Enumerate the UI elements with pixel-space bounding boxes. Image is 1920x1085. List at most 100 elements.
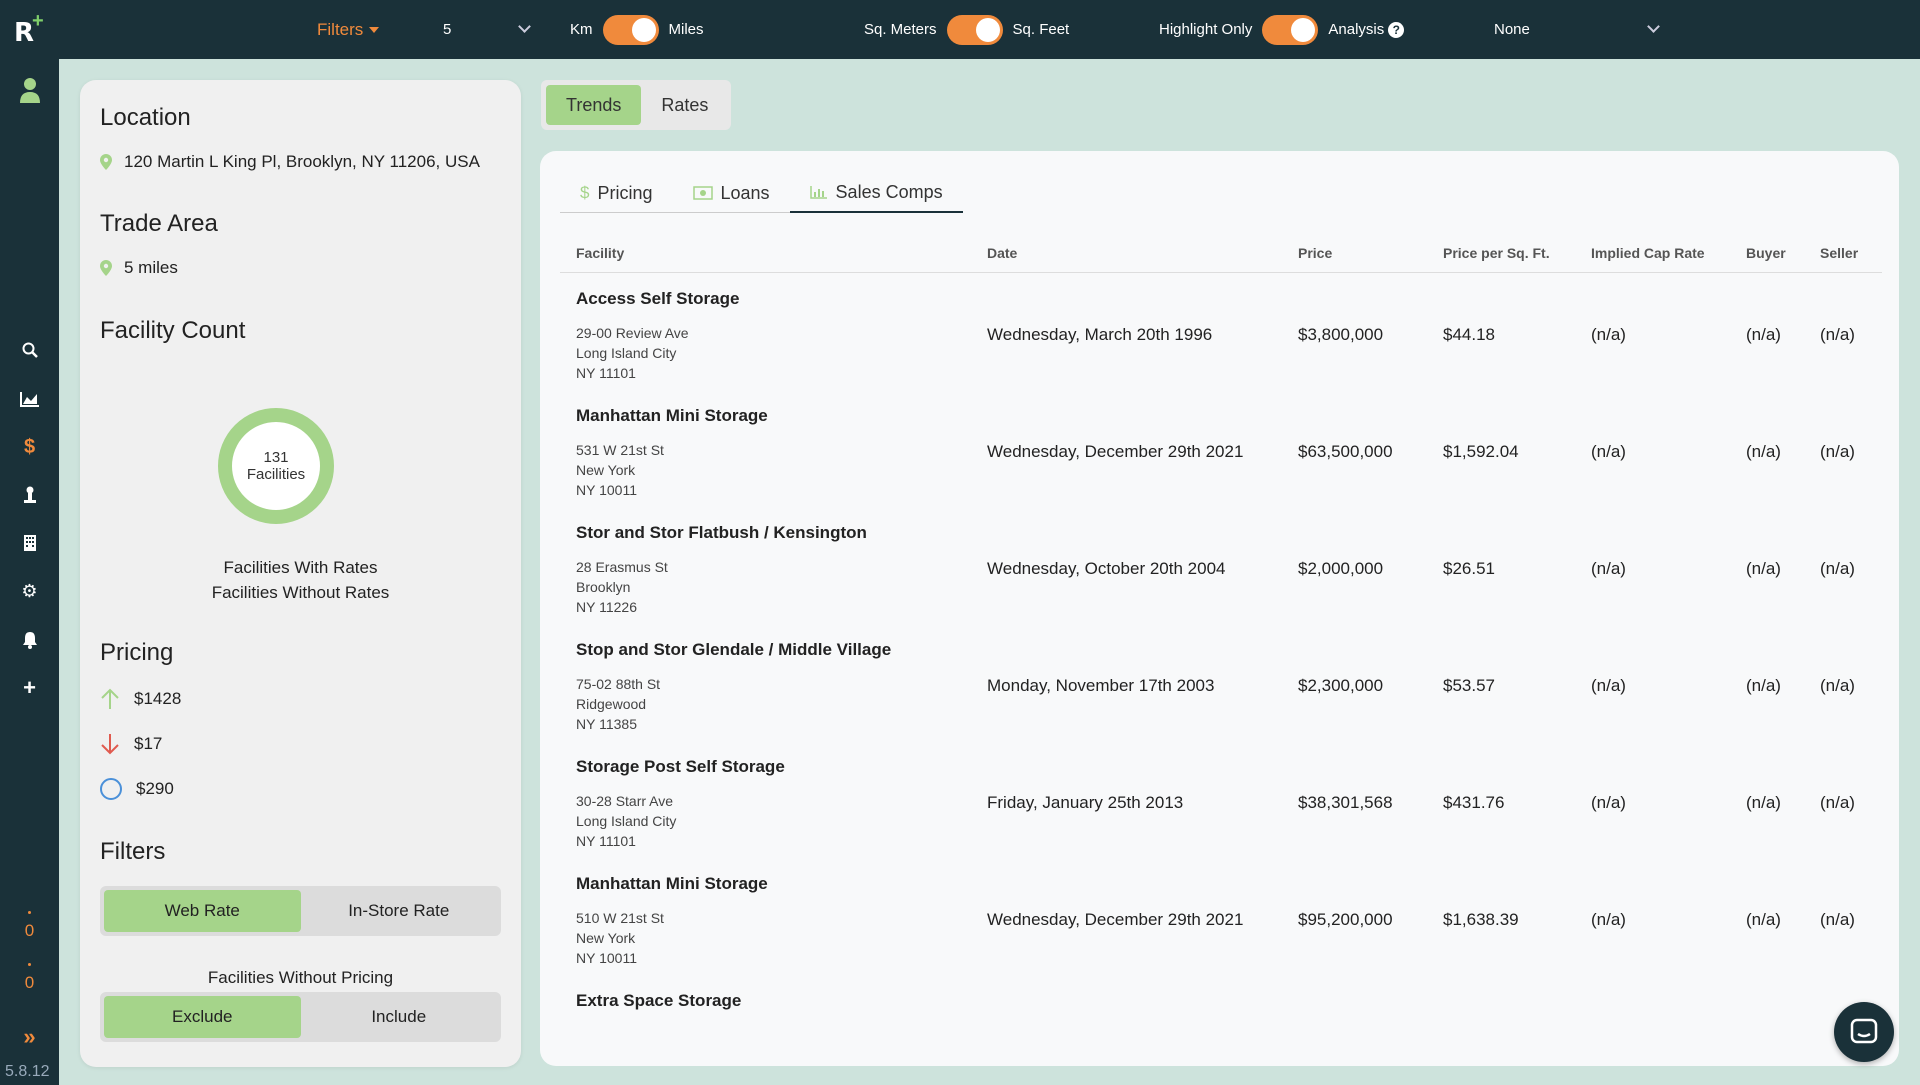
address-line-1: 510 W 21st St [576,910,664,926]
version-label: 5.8.12 [5,1063,50,1080]
sale-price: $2,000,000 [1298,559,1384,578]
address-line-2: Ridgewood [576,696,647,712]
table-row[interactable]: Extra Space Storage [560,977,1882,1066]
filters-button[interactable]: Filters [317,0,380,59]
left-nav: $ ⚙ + 0 0 » [0,59,59,1085]
search-icon[interactable] [0,338,59,362]
tab-rates[interactable]: Rates [641,85,728,125]
facility-name[interactable]: Stop and Stor Glendale / Middle Village [576,640,891,660]
table-row[interactable]: Manhattan Mini Storage 531 W 21st St New Y… [560,392,1882,509]
user-icon[interactable] [0,75,59,105]
implied-cap-rate: (n/a) [1591,559,1626,578]
radius-value: 5 [443,21,452,38]
in-store-rate-option[interactable]: In-Store Rate [301,890,498,932]
bar-chart-icon [809,186,827,199]
include-option[interactable]: Include [301,996,498,1038]
buyer: (n/a) [1746,325,1781,344]
sale-price: $3,800,000 [1298,325,1384,344]
table-row[interactable]: Access Self Storage 29-00 Review Ave Long … [560,275,1882,392]
km-label: Km [570,21,593,38]
area-unit-toggle-group: Sq. Meters Sq. Feet [864,0,1069,59]
facility-name[interactable]: Manhattan Mini Storage [576,874,768,894]
seller: (n/a) [1820,442,1855,461]
table-row[interactable]: Manhattan Mini Storage 510 W 21st St New Y… [560,860,1882,977]
arrow-up-icon [101,688,119,709]
table-row[interactable]: Stor and Stor Flatbush / Kensington 28 Er… [560,509,1882,626]
sq-feet-label: Sq. Feet [1012,21,1070,38]
table-header: Facility Date Price Price per Sq. Ft. Im… [560,233,1882,273]
dollar-icon[interactable]: $ [0,435,59,459]
legend-with-rates: Facilities With Rates [223,558,378,577]
sale-date: Wednesday, March 20th 1996 [987,325,1213,344]
radius-select[interactable]: 5 [443,0,531,59]
facility-name[interactable]: Storage Post Self Storage [576,757,785,777]
col-price-per-sqft[interactable]: Price per Sq. Ft. [1443,245,1550,261]
seller: (n/a) [1820,793,1855,812]
location-row: 120 Martin L King Pl, Brooklyn, NY 11206… [100,152,480,172]
gear-icon[interactable]: ⚙ [0,579,59,603]
facility-name[interactable]: Manhattan Mini Storage [576,406,768,426]
caret-down-icon [369,26,380,33]
without-pricing-label: Facilities Without Pricing [207,968,394,987]
area-unit-toggle[interactable] [946,14,1003,45]
col-facility[interactable]: Facility [576,245,624,261]
col-buyer[interactable]: Buyer [1746,245,1786,261]
pricing-low: $17 [134,734,163,753]
summary-panel: Location 120 Martin L King Pl, Brooklyn,… [80,80,521,1067]
chevron-down-icon [518,20,531,33]
address-line-2: Long Island City [576,345,677,361]
facility-name[interactable]: Access Self Storage [576,289,739,309]
tab-loans[interactable]: Loans [673,173,790,213]
web-rate-option[interactable]: Web Rate [104,890,301,932]
table-row[interactable]: Storage Post Self Storage 30-28 Starr Ave… [560,743,1882,860]
col-seller[interactable]: Seller [1820,245,1858,261]
address-line-3: NY 11101 [576,365,636,381]
sale-price: $2,300,000 [1298,676,1384,695]
help-icon[interactable]: ? [1388,21,1405,38]
tab-pricing[interactable]: $ Pricing [560,173,673,213]
analysis-toggle[interactable] [1262,14,1319,45]
implied-cap-rate: (n/a) [1591,910,1626,929]
area-chart-icon[interactable] [0,387,59,411]
tab-trends[interactable]: Trends [546,85,642,125]
address-line-3: NY 11101 [576,833,636,849]
chat-button[interactable] [1834,1002,1894,1062]
person-pin-icon[interactable] [0,483,59,507]
facility-name[interactable]: Extra Space Storage [576,991,741,1011]
app-logo[interactable]: R + [12,10,52,48]
expand-icon[interactable]: » [0,1024,59,1049]
table-row[interactable]: Stop and Stor Glendale / Middle Village 7… [560,626,1882,743]
distance-unit-toggle[interactable] [602,14,659,45]
implied-cap-rate: (n/a) [1591,442,1626,461]
without-pricing-segmented: Exclude Include [100,992,501,1042]
rate-type-segmented: Web Rate In-Store Rate [100,886,501,936]
price-per-sqft: $1,592.04 [1443,442,1519,461]
address-line-3: NY 10011 [576,482,637,498]
implied-cap-rate: (n/a) [1591,676,1626,695]
highlight-only-label: Highlight Only [1159,21,1253,38]
add-icon[interactable]: + [0,675,59,700]
bell-icon[interactable] [0,628,59,652]
col-date[interactable]: Date [987,245,1017,261]
facility-name[interactable]: Stor and Stor Flatbush / Kensington [576,523,867,543]
building-icon[interactable] [0,531,59,555]
location-address: 120 Martin L King Pl, Brooklyn, NY 11206… [124,152,480,171]
pricing-high: $1428 [134,689,182,708]
address-line-2: Long Island City [576,813,677,829]
highlight-toggle-group: Highlight Only Analysis ? [1159,0,1405,59]
seller: (n/a) [1820,559,1855,578]
filters-label: Filters [317,19,364,39]
implied-cap-rate: (n/a) [1591,793,1626,812]
buyer: (n/a) [1746,442,1781,461]
address-line-3: NY 11226 [576,599,637,615]
col-price[interactable]: Price [1298,245,1332,261]
exclude-option[interactable]: Exclude [104,996,301,1038]
chat-icon [1850,1018,1878,1044]
tab-sales-comps[interactable]: Sales Comps [789,173,963,213]
analysis-select[interactable]: None [1494,0,1660,59]
col-implied-cap-rate[interactable]: Implied Cap Rate [1591,245,1705,261]
pricing-avg: $290 [136,779,174,798]
sales-comps-card: $ Pricing Loans Sales Comps Facility Dat… [540,151,1899,1066]
address-line-1: 30-28 Starr Ave [576,793,674,809]
seller: (n/a) [1820,325,1855,344]
